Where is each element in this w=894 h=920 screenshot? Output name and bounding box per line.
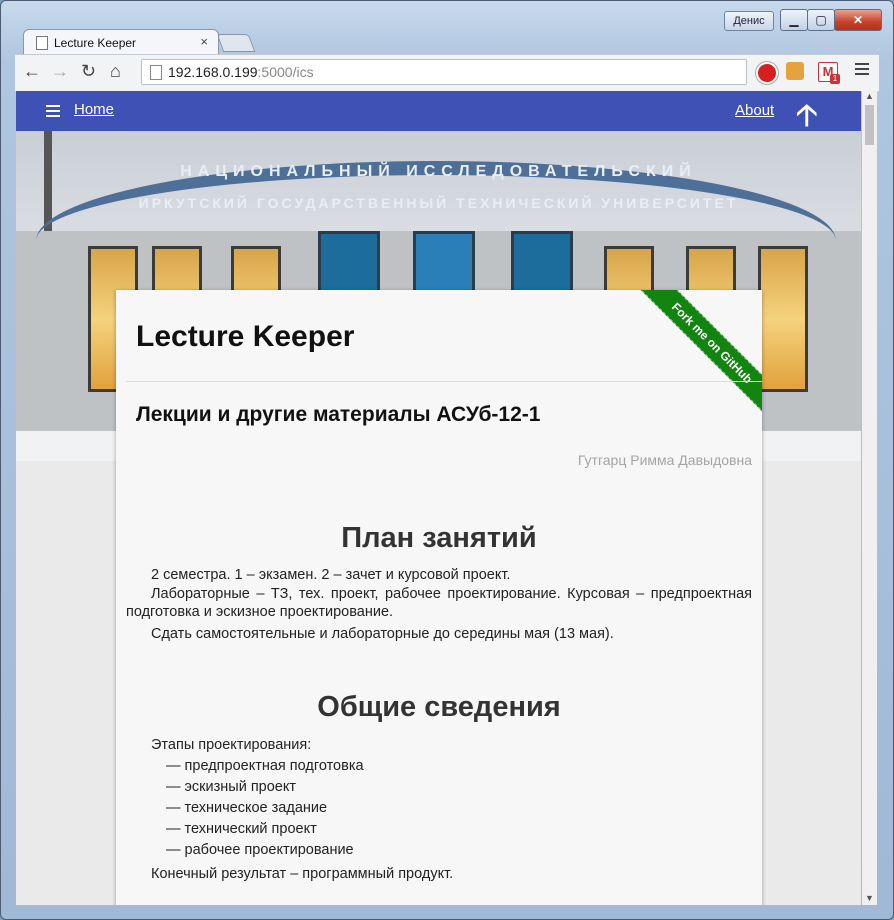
course-title: Лекции и другие материалы АСУб-12-1 <box>136 403 541 426</box>
list-item: — предпроектная подготовка <box>166 758 364 774</box>
back-icon[interactable]: ← <box>23 61 41 82</box>
list-item: — эскизный проект <box>166 779 297 795</box>
browser-tab[interactable]: Lecture Keeper × <box>23 29 219 56</box>
plan-paragraph-2: Лабораторные – ТЗ, тех. проект, рабочее … <box>126 586 752 620</box>
page-icon <box>150 65 162 80</box>
result-text: Конечный результат – программный продукт… <box>151 866 454 882</box>
browser-toolbar: ← → ↻ ⌂ 192.168.0.199:5000/ics M 1 <box>15 54 879 92</box>
home-link[interactable]: Home <box>74 101 114 118</box>
plan-heading: План занятий <box>341 522 537 554</box>
minimize-button[interactable]: ▁ <box>780 9 808 31</box>
url-text: 192.168.0.199:5000/ics <box>168 64 314 80</box>
address-bar[interactable]: 192.168.0.199:5000/ics <box>141 59 747 85</box>
list-item: — рабочее проектирование <box>166 842 354 858</box>
list-item: — техническое задание <box>166 800 328 816</box>
gmail-badge: 1 <box>830 74 840 84</box>
scroll-thumb[interactable] <box>865 105 874 145</box>
plan-paragraph-1: 2 семестра. 1 – экзамен. 2 – зачет и кур… <box>151 567 511 583</box>
site-title: Lecture Keeper <box>136 320 355 353</box>
tab-title: Lecture Keeper <box>54 36 137 50</box>
profile-button[interactable]: Денис <box>724 11 774 31</box>
general-heading: Общие сведения <box>317 691 561 723</box>
adblock-icon[interactable] <box>756 62 778 84</box>
author-name: Гутгарц Римма Давыдовна <box>577 452 752 468</box>
close-window-button[interactable]: ✕ <box>834 9 882 31</box>
poster <box>318 231 380 297</box>
new-tab-button[interactable] <box>216 34 256 52</box>
arch-text-top: НАЦИОНАЛЬНЫЙ ИССЛЕДОВАТЕЛЬСКИЙ <box>180 163 697 180</box>
list-item: — технический проект <box>166 821 317 837</box>
divider <box>126 381 762 382</box>
poster <box>511 231 573 297</box>
scroll-up-icon[interactable]: ▲ <box>865 91 874 101</box>
content-card: Fork me on GitHub Lecture Keeper Лекции … <box>116 290 762 905</box>
page-icon <box>36 36 48 50</box>
plan-paragraph-3: Сдать самостоятельные и лабораторные до … <box>151 626 614 642</box>
vertical-scrollbar[interactable]: ▲ ▼ <box>862 91 877 905</box>
browser-window: Денис ▁ ▢ ✕ Lecture Keeper × ← → ↻ ⌂ 192… <box>0 0 894 920</box>
forward-icon[interactable]: → <box>51 61 69 82</box>
poster <box>413 231 475 297</box>
maximize-button[interactable]: ▢ <box>807 9 835 31</box>
about-link[interactable]: About <box>735 102 774 119</box>
arrow-up-icon[interactable]: 🡡 <box>796 93 818 144</box>
app-bar: Home About 🡡 <box>16 91 861 132</box>
hamburger-icon[interactable] <box>46 105 60 120</box>
close-tab-icon[interactable]: × <box>200 34 208 49</box>
chrome-menu-icon[interactable] <box>855 63 869 78</box>
extension-box-icon[interactable] <box>786 62 804 80</box>
scroll-down-icon[interactable]: ▼ <box>865 893 874 903</box>
stages-intro: Этапы проектирования: <box>151 737 312 753</box>
window-pane <box>758 246 808 392</box>
home-icon[interactable]: ⌂ <box>110 61 121 82</box>
page-viewport: НАЦИОНАЛЬНЫЙ ИССЛЕДОВАТЕЛЬСКИЙ ИРКУТСКИЙ… <box>16 91 861 905</box>
reload-icon[interactable]: ↻ <box>81 61 96 82</box>
arch-text-bottom: ИРКУТСКИЙ ГОСУДАРСТВЕННЫЙ ТЕХНИЧЕСКИЙ УН… <box>138 195 739 211</box>
github-ribbon[interactable]: Fork me on GitHub <box>638 290 762 417</box>
